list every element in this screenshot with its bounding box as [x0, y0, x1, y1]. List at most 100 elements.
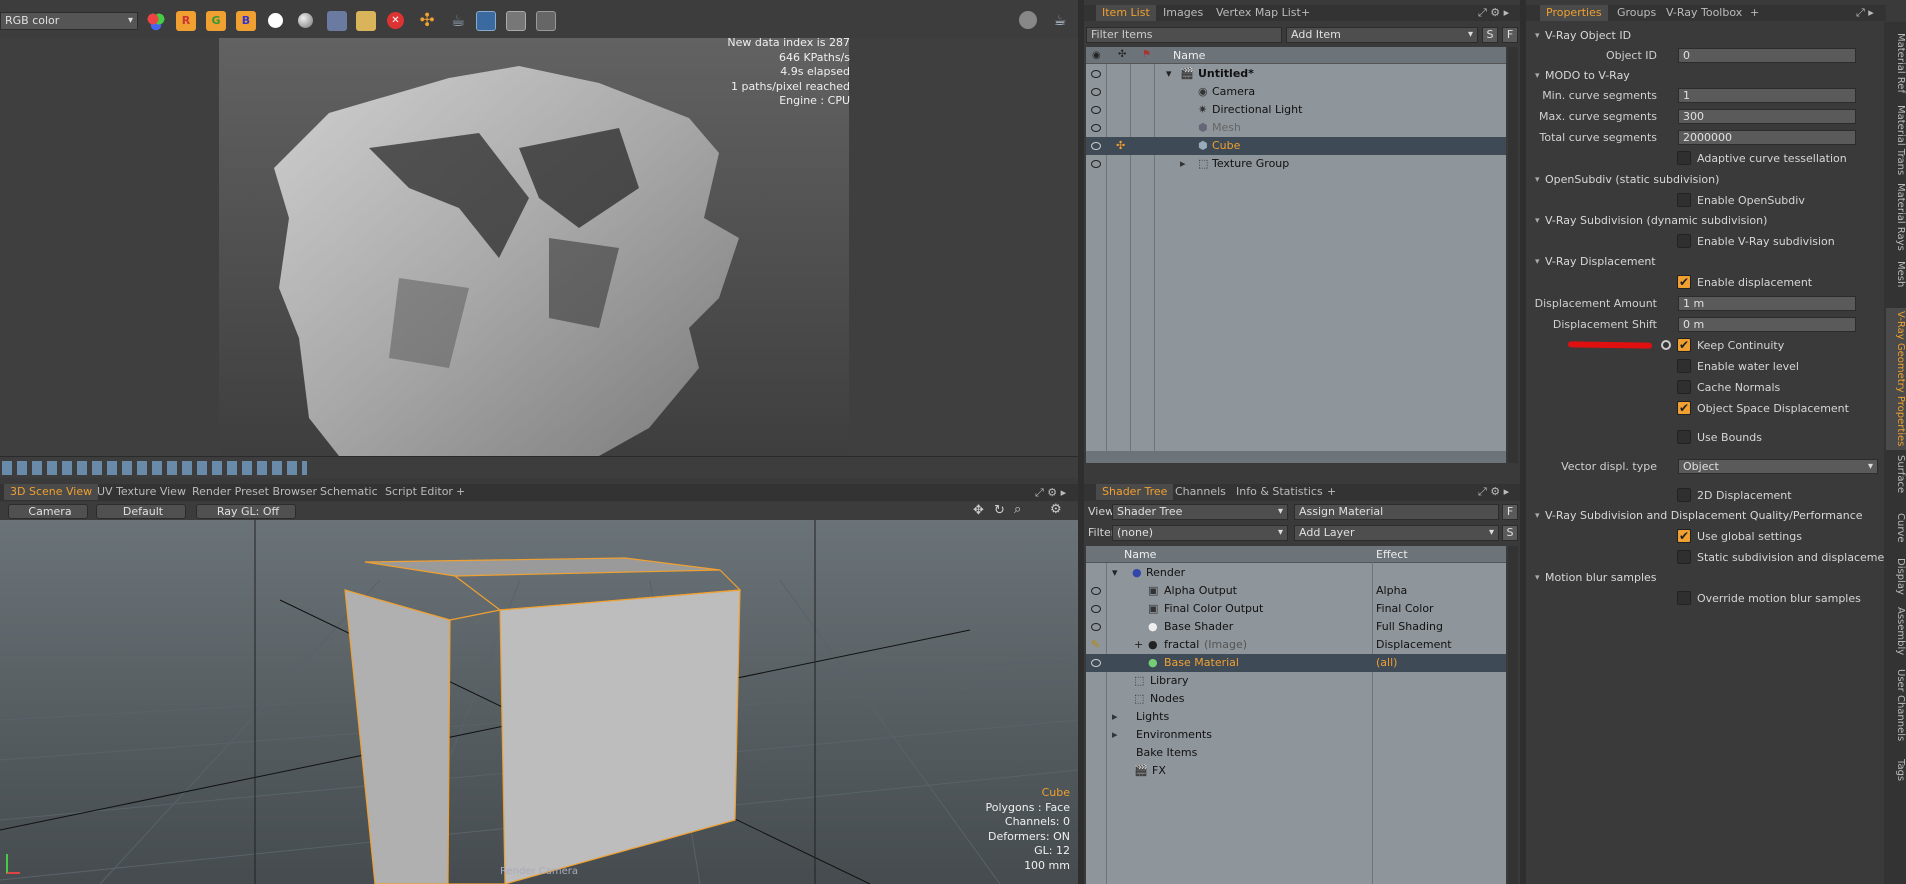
item-row-texture-group[interactable]: ▸ ⬚ Texture Group — [1086, 155, 1506, 173]
item-row-untitled[interactable]: ▾ 🎬 Untitled* — [1086, 65, 1506, 83]
global-settings-checkbox[interactable] — [1677, 529, 1691, 543]
side-tab-material-trans[interactable]: Material Trans — [1886, 102, 1906, 178]
section-motion-blur[interactable]: Motion blur samples — [1533, 570, 1878, 586]
shader-row-base-shader[interactable]: ● Base Shader Full Shading — [1086, 618, 1506, 636]
fit-view-icon[interactable] — [476, 11, 496, 31]
section-vray-subdivision[interactable]: V-Ray Subdivision (dynamic subdivision) — [1533, 213, 1878, 229]
filter-items-input[interactable]: Filter Items — [1086, 27, 1282, 43]
visibility-eye-icon[interactable] — [1091, 70, 1101, 78]
keep-continuity-checkbox[interactable] — [1677, 338, 1691, 352]
move-view-icon[interactable]: ✥ — [973, 503, 984, 518]
render-options-icon[interactable] — [1019, 11, 1037, 29]
tab-uv-texture-view[interactable]: UV Texture View — [91, 484, 192, 500]
raygl-toggle[interactable]: Ray GL: Off — [196, 504, 296, 519]
item-list-f-button[interactable]: F — [1502, 27, 1518, 43]
panel-options-icon[interactable]: ⤢ ⚙ ▸ — [1478, 485, 1509, 499]
visibility-eye-icon[interactable] — [1091, 106, 1101, 114]
shader-row-base-material[interactable]: ● Base Material (all) — [1086, 654, 1506, 672]
teapot-icon[interactable]: ☕ — [448, 11, 468, 31]
item-list-s-button[interactable]: S — [1482, 27, 1498, 43]
total-curve-field[interactable]: 2000000 — [1678, 130, 1856, 145]
green-channel-button[interactable]: G — [206, 11, 226, 31]
viewport-settings-icon[interactable]: ⚙ — [1050, 502, 1062, 517]
keep-continuity-radio[interactable] — [1661, 340, 1671, 350]
shader-s-button[interactable]: S — [1502, 525, 1518, 541]
selected-lock-icon[interactable]: ✣ — [1116, 137, 1125, 155]
enable-displacement-checkbox[interactable] — [1677, 275, 1691, 289]
max-curve-field[interactable]: 300 — [1678, 109, 1856, 124]
visibility-eye-icon[interactable] — [1091, 623, 1101, 631]
visibility-eye-icon[interactable] — [1091, 142, 1101, 150]
enable-opensubdiv-checkbox[interactable] — [1677, 193, 1691, 207]
tab-vray-toolbox[interactable]: V-Ray Toolbox — [1660, 5, 1748, 21]
2d-displacement-checkbox[interactable] — [1677, 488, 1691, 502]
side-tab-material-rays[interactable]: Material Rays — [1886, 182, 1906, 252]
shader-row-fractal[interactable]: ✎ + ● fractal (Image) Displacement — [1086, 636, 1506, 654]
tab-channels[interactable]: Channels — [1169, 484, 1232, 500]
tab-render-preset-browser[interactable]: Render Preset Browser — [186, 484, 323, 500]
section-quality-performance[interactable]: V-Ray Subdivision and Displacement Quali… — [1533, 508, 1878, 524]
tab-vertex-map-list[interactable]: Vertex Map List — [1210, 5, 1307, 21]
water-level-checkbox[interactable] — [1677, 359, 1691, 373]
shader-f-button[interactable]: F — [1502, 504, 1518, 520]
side-tab-material-ref[interactable]: Material Ref — [1886, 28, 1906, 98]
item-row-directional-light[interactable]: ✷ Directional Light — [1086, 101, 1506, 119]
panel-options-icon[interactable]: ⤢ ⚙ ▸ — [1035, 486, 1066, 500]
section-vray-object-id[interactable]: V-Ray Object ID — [1533, 28, 1878, 44]
side-tab-display[interactable]: Display — [1886, 552, 1906, 600]
shader-tree-vscroll[interactable] — [1508, 546, 1518, 884]
item-row-mesh[interactable]: ⬢ Mesh — [1086, 119, 1506, 137]
shader-row-fx[interactable]: 🎬 FX — [1086, 762, 1506, 780]
save-icon[interactable] — [327, 11, 347, 31]
enable-vray-subdiv-checkbox[interactable] — [1677, 234, 1691, 248]
side-tab-user-channels[interactable]: User Channels — [1886, 662, 1906, 748]
add-tab-button[interactable]: + — [450, 484, 471, 500]
layout-icons[interactable] — [2, 461, 307, 475]
panel-options-icon[interactable]: ⤢ ▸ — [1856, 6, 1874, 20]
side-tab-tags[interactable]: Tags — [1886, 752, 1906, 788]
camera-select[interactable]: Camera — [8, 504, 88, 519]
visibility-eye-icon[interactable] — [1091, 160, 1101, 168]
add-item-select[interactable]: Add Item — [1286, 27, 1478, 43]
panel-options-icon[interactable]: ⤢ ⚙ ▸ — [1478, 6, 1509, 20]
side-tab-mesh[interactable]: Mesh — [1886, 258, 1906, 290]
side-tab-assembly[interactable]: Assembly — [1886, 602, 1906, 660]
blue-channel-button[interactable]: B — [236, 11, 256, 31]
add-tab-button[interactable]: + — [1321, 484, 1342, 500]
item-list-vscroll[interactable] — [1508, 47, 1518, 463]
object-id-field[interactable]: 0 — [1678, 48, 1856, 63]
compare-icon[interactable] — [506, 11, 526, 31]
shader-row-nodes[interactable]: ⬚ Nodes — [1086, 690, 1506, 708]
displacement-amount-field[interactable]: 1 m — [1678, 296, 1856, 311]
shader-row-bake-items[interactable]: Bake Items — [1086, 744, 1506, 762]
tab-schematic[interactable]: Schematic — [314, 484, 384, 500]
side-tab-curve[interactable]: Curve — [1886, 508, 1906, 548]
tab-info-statistics[interactable]: Info & Statistics — [1230, 484, 1329, 500]
displacement-shift-field[interactable]: 0 m — [1678, 317, 1856, 332]
shader-row-final-color[interactable]: ▣ Final Color Output Final Color — [1086, 600, 1506, 618]
override-motion-checkbox[interactable] — [1677, 591, 1691, 605]
visibility-eye-icon[interactable] — [1091, 587, 1101, 595]
3d-viewport[interactable]: Render Camera — [0, 520, 1078, 884]
visibility-eye-icon[interactable] — [1091, 88, 1101, 96]
tab-images[interactable]: Images — [1157, 5, 1209, 21]
assign-material-button[interactable]: Assign Material — [1294, 504, 1499, 520]
shader-row-alpha-output[interactable]: ▣ Alpha Output Alpha — [1086, 582, 1506, 600]
shader-row-library[interactable]: ⬚ Library — [1086, 672, 1506, 690]
add-layer-select[interactable]: Add Layer — [1294, 525, 1499, 541]
visibility-eye-icon[interactable] — [1091, 605, 1101, 613]
stop-render-icon[interactable]: ✕ — [387, 12, 404, 29]
filter-select[interactable]: (none) — [1112, 525, 1288, 541]
shading-select[interactable]: Default — [96, 504, 186, 519]
tab-script-editor[interactable]: Script Editor — [379, 484, 459, 500]
paint-brush-icon[interactable]: ✎ — [1091, 636, 1100, 654]
gray-sphere-icon[interactable] — [298, 13, 313, 28]
item-row-camera[interactable]: ◉ Camera — [1086, 83, 1506, 101]
shader-row-render[interactable]: ▾ ● Render — [1086, 564, 1506, 582]
region-render-icon[interactable]: ✣ — [417, 11, 437, 31]
open-folder-icon[interactable] — [356, 11, 376, 31]
section-modo-to-vray[interactable]: MODO to V-Ray — [1533, 68, 1878, 84]
shader-row-environments[interactable]: ▸ Environments — [1086, 726, 1506, 744]
use-bounds-checkbox[interactable] — [1677, 430, 1691, 444]
min-curve-field[interactable]: 1 — [1678, 88, 1856, 103]
